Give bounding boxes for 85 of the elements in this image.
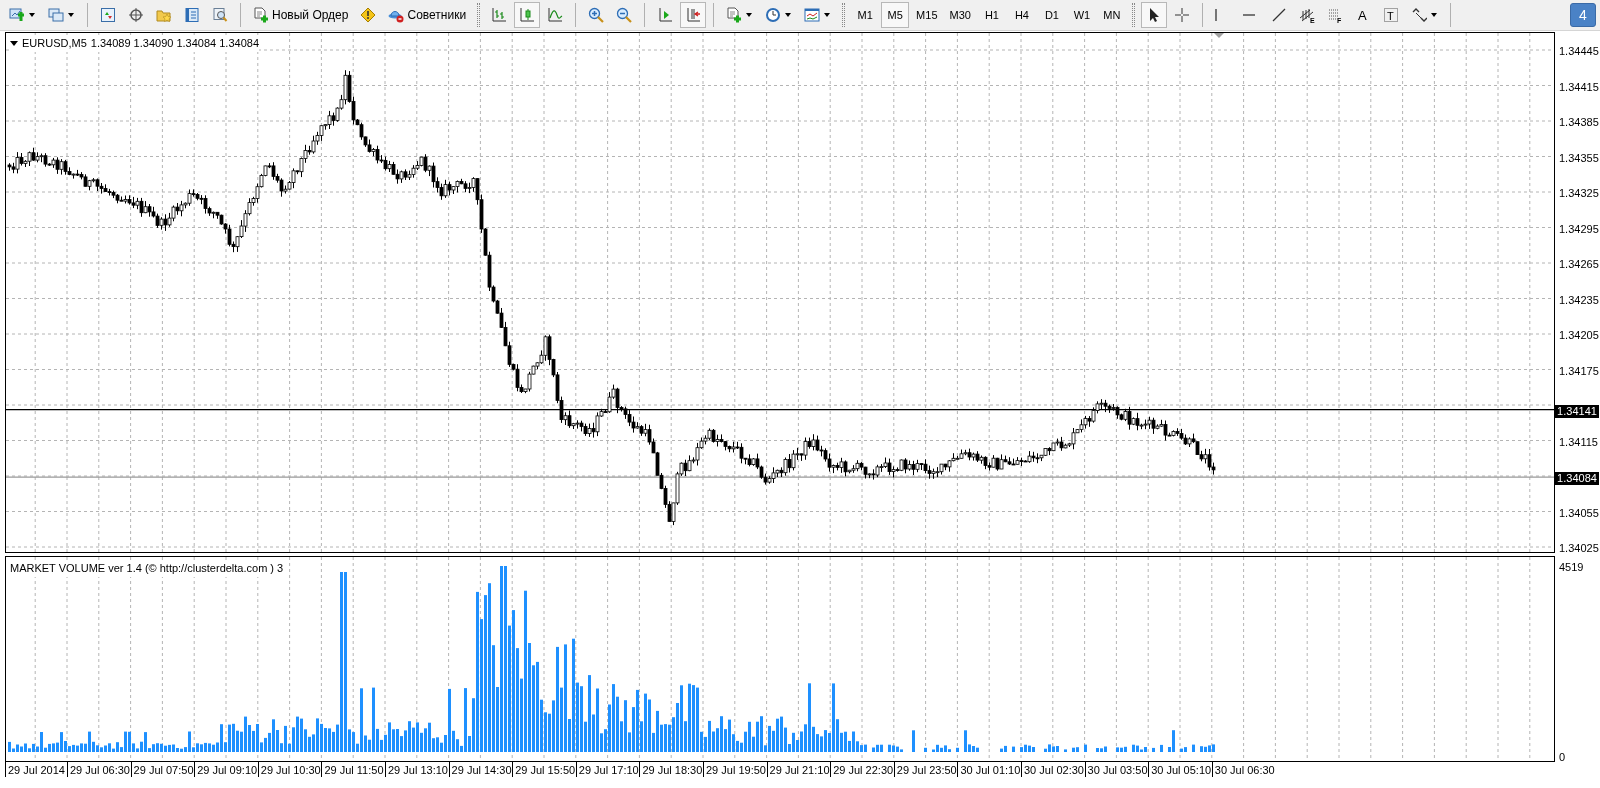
time-label: 29 Jul 2014 [5, 762, 65, 777]
price-label: 1.34295 [1559, 221, 1599, 236]
time-label: 30 Jul 06:30 [1211, 762, 1275, 777]
notification-button[interactable]: 4 [1570, 3, 1596, 27]
zoom-out-icon [616, 7, 633, 23]
warning-icon [360, 7, 377, 23]
price-label: 1.34115 [1559, 434, 1598, 449]
price-label: 1.34445 [1559, 44, 1599, 58]
collapse-triangle-icon [10, 40, 18, 46]
time-label: 29 Jul 14:30 [448, 762, 512, 777]
time-label: 29 Jul 06:30 [67, 762, 130, 777]
price-label: 1.34025 [1559, 541, 1599, 555]
text-label-tool[interactable]: T [1377, 2, 1404, 28]
time-label: 29 Jul 17:10 [575, 762, 639, 777]
timeframe-button[interactable]: M15 [911, 2, 943, 28]
clock-icon [765, 7, 782, 23]
candlestick-button[interactable] [514, 2, 541, 28]
chart-shift-button[interactable] [680, 2, 707, 28]
time-label: 29 Jul 13:10 [385, 762, 448, 777]
text-label-icon: T [1382, 7, 1399, 23]
price-label: 1.34325 [1559, 186, 1599, 200]
timeframe-button[interactable]: M1 [851, 2, 880, 28]
timeframe-button[interactable]: H1 [977, 2, 1006, 28]
time-label: 29 Jul 18:30 [639, 762, 703, 777]
indicator-title: MARKET VOLUME ver 1.4 (© http://clusterdelta.com ) 3 [10, 560, 284, 577]
text-tool[interactable]: A [1349, 2, 1376, 28]
time-label: 30 Jul 03:50 [1084, 762, 1148, 777]
time-label: 29 Jul 23:50 [893, 762, 957, 777]
document-plus-icon [726, 7, 743, 23]
time-label: 29 Jul 11:50 [321, 762, 384, 777]
vertical-line-icon [1214, 9, 1217, 21]
price-label: 1.34265 [1559, 257, 1599, 271]
experts-button[interactable]: Советники [383, 2, 472, 28]
crosshair-icon [1173, 7, 1190, 23]
autoscroll-icon [657, 7, 674, 23]
time-label: 30 Jul 02:30 [1021, 762, 1084, 777]
timeframe-button[interactable]: M5 [881, 2, 910, 28]
cursor-button[interactable] [1140, 2, 1167, 28]
time-label: 29 Jul 19:50 [703, 762, 766, 777]
price-label: 1.34055 [1559, 505, 1599, 520]
price-label: 1.34355 [1559, 150, 1599, 165]
price-label: 1.34235 [1559, 292, 1599, 307]
time-label: 29 Jul 21:10 [766, 762, 830, 777]
windows-icon [48, 7, 64, 23]
timeframe-button[interactable]: M30 [944, 2, 976, 28]
time-label: 30 Jul 05:10 [1148, 762, 1212, 777]
time-label: 30 Jul 01:10 [957, 762, 1021, 777]
folder-star-icon [156, 7, 172, 23]
shift-marker-icon [1214, 33, 1224, 38]
timeframe-button[interactable]: H4 [1007, 2, 1036, 28]
price-label: 1.34415 [1559, 79, 1599, 94]
time-label: 29 Jul 09:10 [194, 762, 258, 777]
horizontal-line-icon [1242, 14, 1255, 16]
arrows-icon [1410, 7, 1427, 23]
time-label: 29 Jul 22:30 [830, 762, 894, 777]
timeframe-button[interactable]: W1 [1067, 2, 1096, 28]
document-plus-icon [253, 7, 269, 23]
chart-shift-icon [685, 7, 702, 23]
price-label: 1.34205 [1559, 328, 1599, 342]
price-label: 1.34175 [1559, 363, 1599, 378]
price-tag: 1.34084 [1555, 472, 1599, 486]
market-watch-icon [100, 7, 116, 23]
time-label: 29 Jul 15:50 [512, 762, 576, 777]
volume-scale-label: 4519 [1559, 560, 1584, 574]
bar-chart-icon [491, 7, 508, 23]
time-label: 29 Jul 07:50 [130, 762, 194, 777]
new-order-button[interactable]: Новый Ордер [248, 2, 354, 28]
chart-quotes: 1.34089 1.34090 1.34084 1.34084 [90, 36, 259, 51]
diagonal-line-icon [1270, 7, 1287, 23]
line-chart-icon [547, 7, 564, 23]
chart-symbol: EURUSD,M5 [22, 36, 87, 51]
target-icon [128, 7, 144, 23]
magnifier-icon [212, 7, 228, 23]
timeframe-button[interactable]: MN [1097, 2, 1126, 28]
time-label: 29 Jul 10:30 [257, 762, 321, 777]
chart-plus-icon [9, 7, 25, 23]
text-icon: A [1354, 7, 1371, 23]
panel-icon [184, 7, 200, 23]
indicator-window-icon [804, 7, 821, 23]
price-label: 1.34385 [1559, 115, 1599, 129]
candlestick-icon [519, 7, 536, 23]
price-tag: 1.34141 [1555, 404, 1599, 418]
volume-scale-label: 0 [1559, 750, 1566, 764]
timeframe-button[interactable]: D1 [1037, 2, 1066, 28]
zoom-in-icon [588, 7, 605, 23]
